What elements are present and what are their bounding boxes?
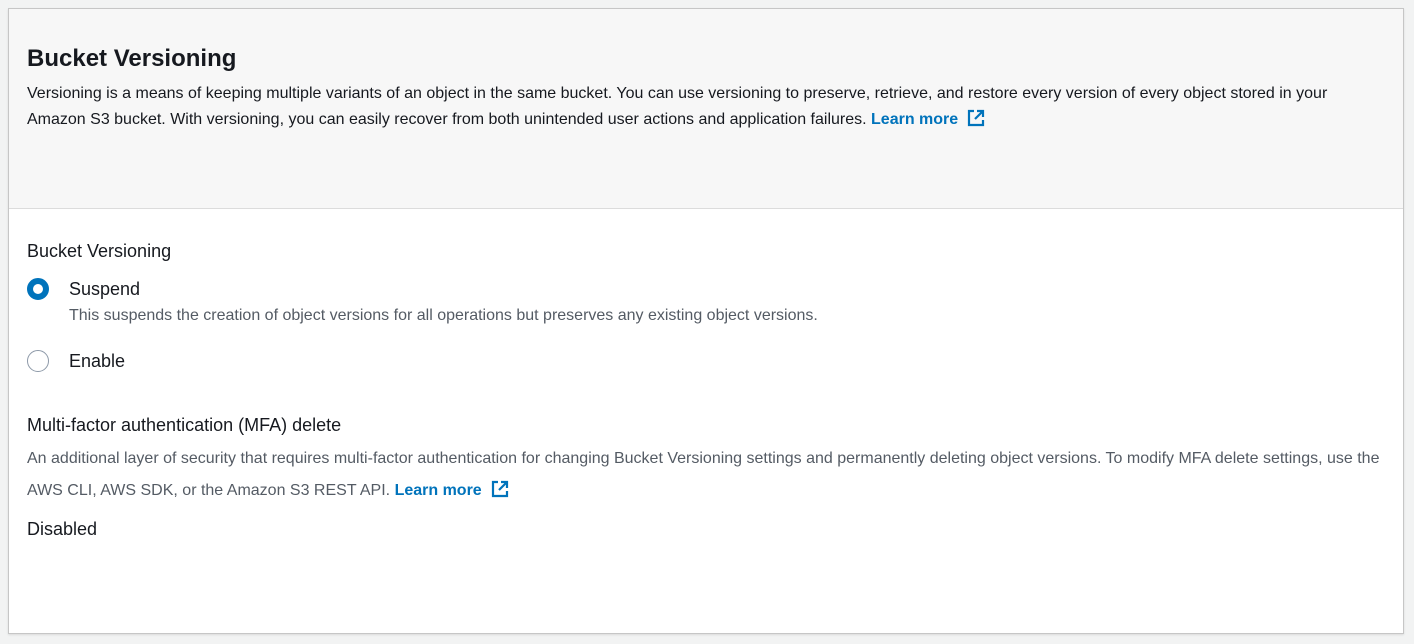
learn-more-link[interactable]: Learn more [871,109,986,128]
learn-more-label: Learn more [871,111,959,128]
enable-label: Enable [69,351,126,371]
enable-radio[interactable] [27,350,49,372]
external-link-icon [966,108,986,137]
enable-option[interactable]: Enable [27,349,1385,373]
mfa-learn-more-link[interactable]: Learn more [394,480,510,499]
suspend-label: Suspend [69,279,141,299]
suspend-radio[interactable] [27,278,49,300]
suspend-description: This suspends the creation of object ver… [69,307,818,324]
panel-body: Bucket Versioning Suspend This suspends … [9,209,1403,541]
panel-description: Versioning is a means of keeping multipl… [27,81,1385,137]
mfa-delete-title: Multi-factor authentication (MFA) delete [27,415,342,435]
panel-header: Bucket Versioning Versioning is a means … [9,9,1403,209]
mfa-delete-description: An additional layer of security that req… [27,443,1385,511]
external-link-icon [490,479,510,511]
suspend-option[interactable]: Suspend This suspends the creation of ob… [27,277,1385,327]
versioning-label: Bucket Versioning [27,241,172,261]
panel-description-text: Versioning is a means of keeping multipl… [27,85,1328,128]
mfa-delete-description-text: An additional layer of security that req… [27,450,1380,499]
mfa-learn-more-label: Learn more [394,482,482,499]
panel-title: Bucket Versioning [27,45,237,72]
mfa-delete-status: Disabled [27,519,98,539]
bucket-versioning-panel: Bucket Versioning Versioning is a means … [8,8,1404,634]
